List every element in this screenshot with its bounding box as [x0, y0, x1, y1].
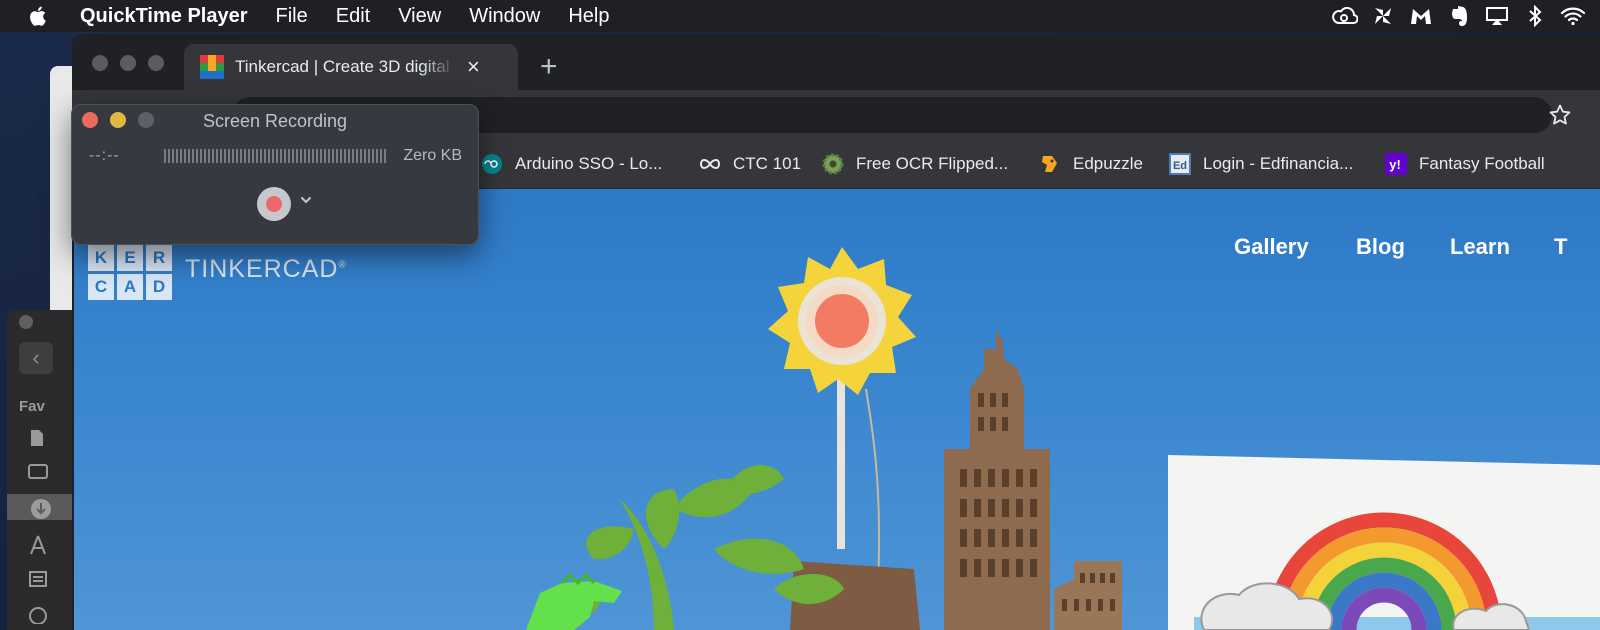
recording-title: Screen Recording — [202, 111, 348, 131]
svg-text:y!: y! — [1389, 157, 1401, 172]
bookmark-login-edfinancial[interactable]: Ed Login - Edfinancia... — [1169, 140, 1353, 188]
finder-back-button[interactable]: ‹ — [19, 342, 53, 374]
record-button[interactable] — [257, 187, 291, 221]
tinkercad-favicon-icon — [200, 55, 224, 79]
browser-zoom-button[interactable] — [148, 55, 164, 71]
tab-title: Tinkercad | Create 3D digital designs — [235, 57, 455, 76]
screen-recording-panel: Screen Recording --:-- Zero KB — [71, 104, 479, 245]
recording-file-size: Zero KB — [403, 147, 462, 164]
recents-icon[interactable] — [27, 568, 57, 594]
audio-level-meter — [164, 149, 386, 163]
menu-file[interactable]: File — [276, 5, 308, 28]
browser-minimize-button[interactable] — [120, 55, 136, 71]
malwarebytes-icon[interactable] — [1408, 4, 1434, 28]
tinkercad-logo[interactable]: KER CAD TINKERCAD® — [88, 245, 347, 300]
status-area — [1320, 0, 1600, 32]
bookmark-ctc-101[interactable]: CTC 101 — [699, 140, 801, 188]
menu-edit[interactable]: Edit — [336, 5, 370, 28]
tinkercad-wordmark: TINKERCAD® — [185, 255, 347, 283]
evernote-icon[interactable] — [1446, 4, 1472, 28]
bookmark-label: Free OCR Flipped... — [856, 154, 1009, 173]
recording-time: --:-- — [89, 147, 120, 164]
menu-window[interactable]: Window — [469, 5, 540, 28]
gear-favicon-icon — [822, 153, 844, 175]
browser-close-button[interactable] — [92, 55, 108, 71]
menu-help[interactable]: Help — [568, 5, 609, 28]
chevron-down-icon[interactable] — [299, 193, 313, 207]
airdrop-icon[interactable] — [27, 602, 57, 628]
infinity-icon — [699, 153, 721, 175]
applications-icon[interactable] — [27, 534, 57, 560]
bookmark-free-ocr-flipped[interactable]: Free OCR Flipped... — [822, 140, 1008, 188]
yahoo-icon: y! — [1385, 153, 1407, 175]
bookmark-edpuzzle[interactable]: Edpuzzle — [1039, 140, 1143, 188]
svg-text:Ed: Ed — [1173, 160, 1187, 172]
nav-blog[interactable]: Blog — [1356, 234, 1405, 260]
bookmark-label: Edpuzzle — [1073, 154, 1143, 173]
wifi-icon[interactable] — [1560, 4, 1586, 28]
new-tab-button[interactable]: + — [540, 52, 558, 82]
bookmark-fantasy-football[interactable]: y! Fantasy Football — [1385, 140, 1545, 188]
nav-teach[interactable]: T — [1554, 234, 1567, 260]
bookmark-star-icon[interactable] — [1548, 103, 1572, 127]
pinwheel-icon[interactable] — [1370, 4, 1396, 28]
edpuzzle-icon — [1039, 153, 1061, 175]
bluetooth-icon[interactable] — [1522, 4, 1548, 28]
arduino-icon — [481, 153, 503, 175]
bookmark-label: Arduino SSO - Lo... — [515, 154, 663, 173]
menu-bar: QuickTime Player File Edit View Window H… — [0, 0, 1600, 32]
tinkercad-logo-mark: KER CAD — [88, 245, 172, 300]
desktop-folder-icon[interactable] — [27, 462, 57, 488]
finder-window: ‹ Fav — [7, 310, 77, 630]
bookmark-label: CTC 101 — [733, 154, 802, 173]
apple-menu-icon[interactable] — [28, 4, 52, 28]
nav-gallery[interactable]: Gallery — [1234, 234, 1309, 260]
menu-view[interactable]: View — [398, 5, 441, 28]
tinkercad-page: KER CAD TINKERCAD® Gallery Blog Learn T — [74, 189, 1600, 630]
finder-favorites-heading: Fav — [19, 398, 45, 415]
bookmark-label: Fantasy Football — [1419, 154, 1545, 173]
app-menu-quicktime[interactable]: QuickTime Player — [80, 5, 248, 28]
ed-icon: Ed — [1169, 153, 1191, 175]
tab-tinkercad[interactable]: Tinkercad | Create 3D digital designs × — [184, 44, 518, 90]
documents-icon[interactable] — [27, 428, 57, 454]
bookmark-label: Login - Edfinancia... — [1203, 154, 1354, 173]
finder-close-button[interactable] — [19, 315, 33, 329]
downloads-icon[interactable] — [7, 494, 77, 520]
record-dot-icon — [266, 196, 282, 212]
creative-cloud-icon[interactable] — [1332, 4, 1358, 28]
bookmark-arduino-sso[interactable]: Arduino SSO - Lo... — [481, 140, 662, 188]
nav-learn[interactable]: Learn — [1450, 234, 1510, 260]
tab-close-icon[interactable]: × — [467, 54, 480, 80]
airplay-icon[interactable] — [1484, 4, 1510, 28]
